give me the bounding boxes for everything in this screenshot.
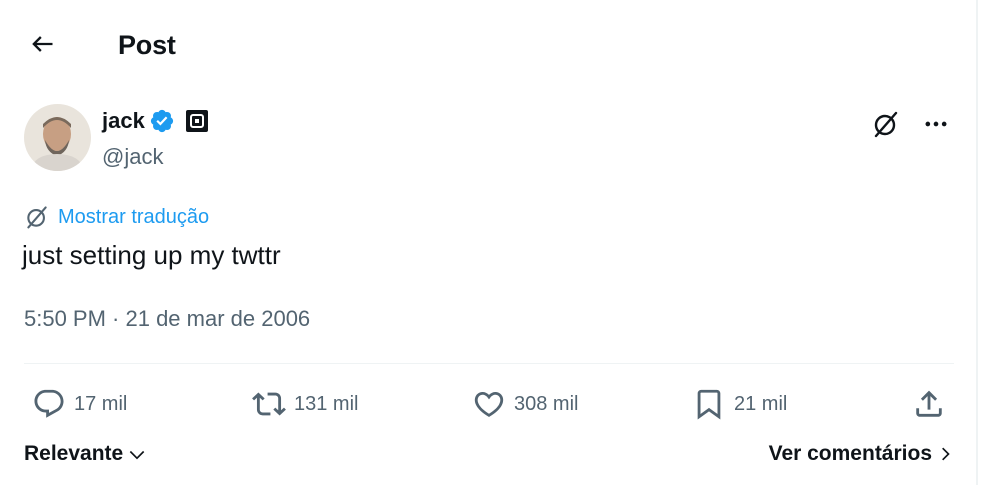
reply-icon <box>34 389 64 418</box>
divider <box>24 363 954 364</box>
more-icon <box>925 121 947 127</box>
bookmark-icon <box>697 389 721 420</box>
like-button[interactable]: 308 mil <box>472 384 578 424</box>
translate-label: Mostrar tradução <box>58 205 210 228</box>
reply-count: 17 mil <box>74 392 128 415</box>
repost-count: 131 mil <box>294 392 359 415</box>
chevron-down-icon <box>129 450 145 460</box>
more-button[interactable] <box>918 106 954 142</box>
replies-toolbar: Relevante Ver comentários <box>24 440 954 472</box>
view-comments-label: Ver comentários <box>768 442 932 465</box>
repost-button[interactable]: 131 mil <box>252 384 358 424</box>
affiliate-badge-icon[interactable] <box>185 109 209 133</box>
column-border <box>976 0 978 485</box>
repost-icon <box>252 392 286 416</box>
translate-link[interactable]: Mostrar tradução <box>24 204 209 230</box>
reply-button[interactable]: 17 mil <box>32 384 127 424</box>
author-name-row: jack <box>102 108 209 134</box>
sort-replies-select[interactable]: Relevante <box>24 442 147 466</box>
author-block: jack @jack <box>24 104 954 174</box>
back-button[interactable] <box>24 26 60 62</box>
share-icon <box>916 390 942 417</box>
like-icon <box>474 391 504 417</box>
share-button[interactable] <box>912 384 946 424</box>
back-arrow-icon <box>32 36 53 52</box>
grok-button[interactable] <box>868 106 904 142</box>
post-text: just setting up my twttr <box>22 240 281 270</box>
page-title: Post <box>118 30 176 60</box>
like-count: 308 mil <box>514 392 579 415</box>
bookmark-count: 21 mil <box>734 392 788 415</box>
page-header: Post <box>0 0 976 90</box>
author-handle[interactable]: @jack <box>102 144 163 170</box>
action-bar: 17 mil 131 mil 308 mil 21 mil <box>24 384 954 428</box>
post-top-actions <box>868 106 954 142</box>
author-name[interactable]: jack <box>102 108 145 134</box>
verified-icon <box>150 109 173 133</box>
bookmark-button[interactable]: 21 mil <box>692 384 787 424</box>
grok-icon <box>874 111 898 138</box>
post-timestamp[interactable]: 5:50 PM · 21 de mar de 2006 <box>24 306 310 332</box>
view-comments-link[interactable]: Ver comentários <box>769 442 954 466</box>
grok-icon <box>27 206 47 229</box>
chevron-right-icon <box>942 447 950 461</box>
avatar[interactable] <box>24 104 91 171</box>
sort-label: Relevante <box>24 442 124 465</box>
